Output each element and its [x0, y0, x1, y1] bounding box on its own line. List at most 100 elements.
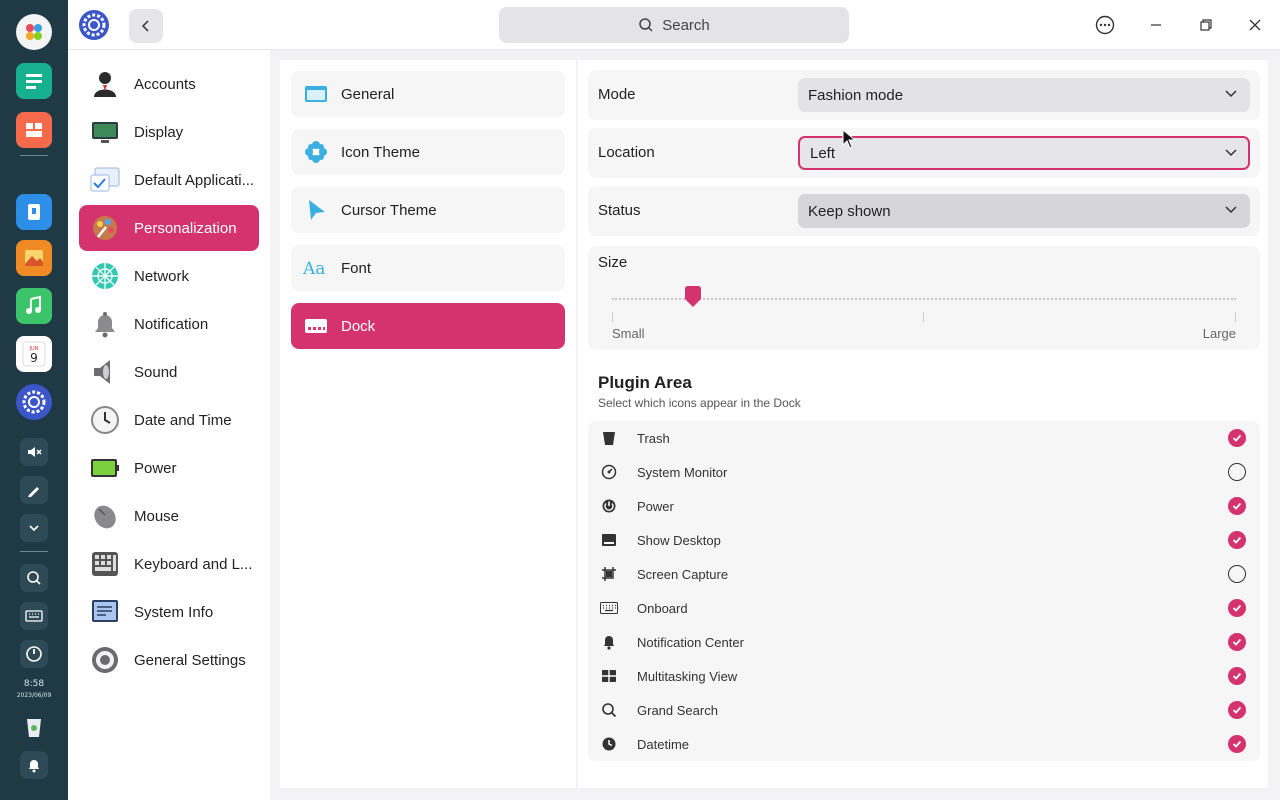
mode-select[interactable]: Fashion mode: [798, 78, 1250, 112]
plugin-checkbox-checked[interactable]: [1228, 497, 1246, 515]
control-center-icon[interactable]: [16, 384, 52, 420]
pen-icon[interactable]: [20, 476, 48, 504]
music-app-icon[interactable]: [16, 288, 52, 324]
sidebar-item-notification[interactable]: Notification: [79, 301, 259, 347]
plugin-row-datetime[interactable]: Datetime: [588, 727, 1260, 761]
mode-row: Mode Fashion mode: [588, 70, 1260, 120]
dock-settings-panel: Mode Fashion mode Location Left Status K…: [578, 60, 1268, 788]
plugin-row-multitasking-view[interactable]: Multitasking View: [588, 659, 1260, 693]
plugin-label: Notification Center: [637, 634, 744, 650]
location-label: Location: [598, 144, 655, 161]
multitask-app-icon[interactable]: [16, 112, 52, 148]
keyboard-icon: [89, 548, 121, 580]
flower-icon: [303, 139, 329, 165]
size-tick: [1235, 312, 1236, 322]
subnav-label: Icon Theme: [341, 143, 420, 161]
checkmark-icon: [1232, 740, 1242, 748]
plugin-checkbox-checked[interactable]: [1228, 531, 1246, 549]
sidebar-item-accounts[interactable]: Accounts: [79, 61, 259, 107]
subnav-item-dock[interactable]: Dock: [291, 303, 565, 349]
search-icon: [600, 701, 618, 719]
sidebar-item-label: Display: [134, 123, 184, 141]
location-row: Location Left: [588, 128, 1260, 178]
svg-text:Aa: Aa: [303, 259, 325, 278]
search-placeholder: Search: [662, 16, 710, 34]
plugin-row-system-monitor[interactable]: System Monitor: [588, 455, 1260, 489]
sidebar-item-date-and-time[interactable]: Date and Time: [79, 397, 259, 443]
more-options-icon: [1095, 15, 1115, 35]
sidebar-item-network[interactable]: Network: [79, 253, 259, 299]
files-app-icon[interactable]: [16, 63, 52, 99]
plugin-row-show-desktop[interactable]: Show Desktop: [588, 523, 1260, 557]
plugin-label: Show Desktop: [637, 532, 721, 548]
plugin-checkbox-checked[interactable]: [1228, 599, 1246, 617]
status-label: Status: [598, 202, 641, 219]
sidebar-item-mouse[interactable]: Mouse: [79, 493, 259, 539]
size-slider-track[interactable]: [612, 298, 1236, 300]
chevron-down-icon: [1225, 90, 1237, 98]
sidebar-item-personalization[interactable]: Personalization: [79, 205, 259, 251]
sidebar-item-sound[interactable]: Sound: [79, 349, 259, 395]
plugin-label: Trash: [637, 430, 670, 446]
size-max-label: Large: [1202, 326, 1236, 341]
sound-icon: [89, 356, 121, 388]
subnav-item-general[interactable]: General: [291, 71, 565, 117]
plugin-row-grand-search[interactable]: Grand Search: [588, 693, 1260, 727]
size-slider-handle[interactable]: [683, 285, 703, 311]
status-select[interactable]: Keep shown: [798, 194, 1250, 228]
app-store-icon[interactable]: [16, 194, 52, 230]
grand-search-icon[interactable]: [20, 564, 48, 592]
menu-button[interactable]: [1089, 9, 1121, 41]
sidebar-item-keyboard-and-language[interactable]: Keyboard and L...: [79, 541, 259, 587]
sidebar-item-system-info[interactable]: System Info: [79, 589, 259, 635]
subnav-item-font[interactable]: Aa Font: [291, 245, 565, 291]
location-select[interactable]: Left: [798, 136, 1250, 170]
mute-icon[interactable]: [20, 438, 48, 466]
plugin-checkbox-checked[interactable]: [1228, 633, 1246, 651]
onboard-keyboard-icon[interactable]: [20, 602, 48, 630]
plugin-row-power[interactable]: Power: [588, 489, 1260, 523]
sidebar-item-general-settings[interactable]: General Settings: [79, 637, 259, 683]
subnav-item-cursor-theme[interactable]: Cursor Theme: [291, 187, 565, 233]
sidebar-item-default-applications[interactable]: Default Applicati...: [79, 157, 259, 203]
image-viewer-icon[interactable]: [16, 240, 52, 276]
plugin-checkbox-checked[interactable]: [1228, 701, 1246, 719]
plugin-row-trash[interactable]: Trash: [588, 421, 1260, 455]
sidebar-item-power[interactable]: Power: [79, 445, 259, 491]
sidebar-item-display[interactable]: Display: [79, 109, 259, 155]
plugin-area-title: Plugin Area: [598, 373, 692, 392]
dock-clock-time[interactable]: 8:58: [0, 679, 68, 689]
notification-icon: [89, 308, 121, 340]
maximize-button[interactable]: [1190, 9, 1222, 41]
close-button[interactable]: [1239, 9, 1271, 41]
plugin-row-notification-center[interactable]: Notification Center: [588, 625, 1260, 659]
minimize-button[interactable]: [1140, 9, 1172, 41]
search-input[interactable]: Search: [499, 7, 849, 43]
launcher-icon[interactable]: [16, 14, 52, 50]
mouse-pointer-icon: [842, 128, 857, 154]
expand-tray-icon[interactable]: [20, 514, 48, 542]
control-center-app-icon: [78, 9, 110, 41]
sidebar-item-label: Date and Time: [134, 411, 232, 429]
plugin-checkbox-checked[interactable]: [1228, 735, 1246, 753]
location-value: Left: [810, 144, 836, 162]
plugin-checkbox-unchecked[interactable]: [1228, 463, 1246, 481]
size-tick: [612, 312, 613, 322]
calendar-app-icon[interactable]: JUN 9: [16, 336, 52, 372]
plugin-row-onboard[interactable]: Onboard: [588, 591, 1260, 625]
subnav-item-icon-theme[interactable]: Icon Theme: [291, 129, 565, 175]
plugin-checkbox-checked[interactable]: [1228, 429, 1246, 447]
notification-center-icon[interactable]: [20, 751, 48, 779]
plugin-checkbox-unchecked[interactable]: [1228, 565, 1246, 583]
mouse-icon: [89, 500, 121, 532]
plugin-row-screen-capture[interactable]: Screen Capture: [588, 557, 1260, 591]
trash-icon[interactable]: [20, 713, 48, 741]
power-icon[interactable]: [20, 640, 48, 668]
sidebar-item-label: Mouse: [134, 507, 180, 525]
gauge-icon: [600, 463, 618, 481]
plugin-checkbox-checked[interactable]: [1228, 667, 1246, 685]
checkmark-icon: [1232, 536, 1242, 544]
dock-clock-date[interactable]: 2023/06/09: [0, 692, 68, 699]
back-button[interactable]: [129, 9, 163, 43]
window-titlebar: Search: [68, 0, 1280, 50]
